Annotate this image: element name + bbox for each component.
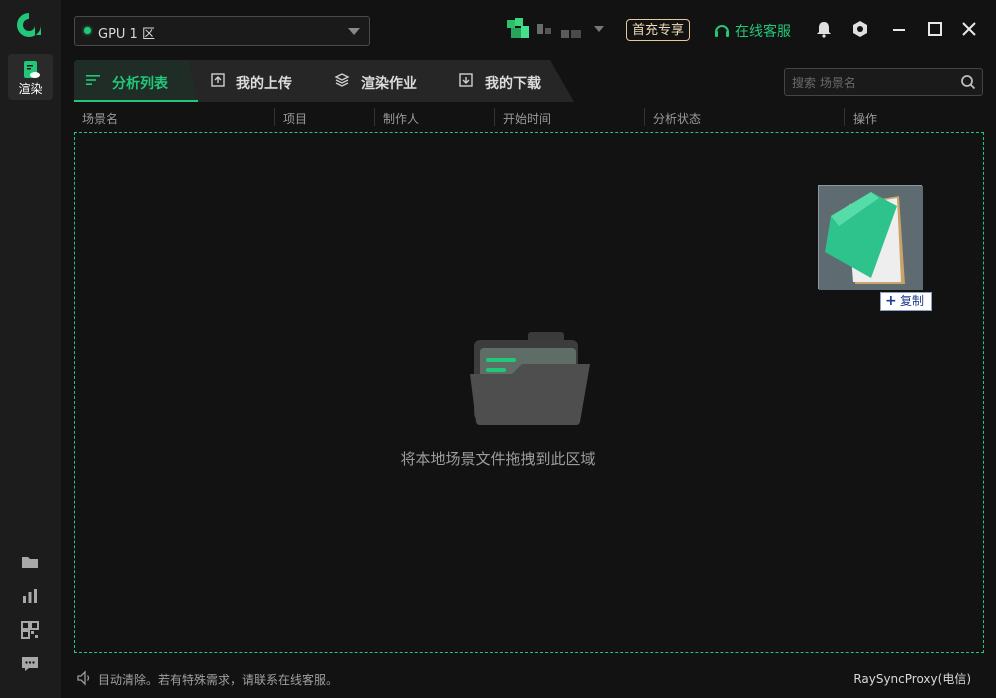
chevron-down-icon xyxy=(348,28,360,35)
notepad-file-icon xyxy=(819,186,923,290)
column-divider xyxy=(644,108,645,126)
copy-cursor-tooltip: + 复制 xyxy=(880,292,932,311)
tab-label: 我的上传 xyxy=(236,76,292,92)
settings-icon[interactable] xyxy=(851,20,869,38)
bell-icon[interactable] xyxy=(815,20,833,38)
column-header-scene[interactable]: 场景名 xyxy=(82,110,118,127)
nav-render[interactable]: 渲染 xyxy=(8,54,53,100)
headset-icon xyxy=(715,25,729,37)
qrcode-icon[interactable] xyxy=(20,620,40,640)
column-divider xyxy=(494,108,495,126)
gpu-region-value: GPU 1 区 xyxy=(98,27,155,42)
layers-icon xyxy=(334,73,350,87)
speaker-icon xyxy=(77,670,90,686)
status-dot-icon xyxy=(84,27,91,34)
tab-my-uploads[interactable]: 我的上传 xyxy=(198,60,322,102)
tab-my-downloads[interactable]: 我的下载 xyxy=(446,60,570,102)
vip-offer-badge[interactable]: 首充专享 xyxy=(626,19,690,41)
user-menu-caret-icon[interactable] xyxy=(594,26,604,32)
tab-label: 分析列表 xyxy=(112,76,168,92)
network-proxy-status[interactable]: RaySyncProxy(电信) xyxy=(853,670,971,687)
maximize-icon[interactable] xyxy=(926,20,944,38)
column-divider xyxy=(374,108,375,126)
column-header-actions: 操作 xyxy=(853,112,878,126)
status-message: 目动清除。若有特殊需求，请联系在线客服。 xyxy=(98,673,339,687)
chat-icon[interactable] xyxy=(20,654,40,674)
column-header-analysis-status[interactable]: 分析状态 xyxy=(653,110,701,127)
tab-render-jobs[interactable]: 渲染作业 xyxy=(322,60,446,102)
minimize-icon[interactable] xyxy=(890,20,908,38)
nav-render-label: 渲染 xyxy=(18,82,43,96)
column-header-creator[interactable]: 制作人 xyxy=(383,110,419,127)
render-icon xyxy=(24,61,40,78)
active-tab-indicator xyxy=(74,100,198,102)
tab-label: 渲染作业 xyxy=(361,76,417,92)
column-divider xyxy=(844,108,845,126)
search-icon[interactable] xyxy=(960,74,976,90)
upload-icon xyxy=(211,73,225,87)
column-header-start-time[interactable]: 开始时间 xyxy=(503,110,551,127)
tab-label: 我的下载 xyxy=(485,76,541,92)
scene-search-box xyxy=(784,68,983,96)
gpu-region-select[interactable]: GPU 1 区 xyxy=(74,16,370,46)
plus-icon: + xyxy=(885,293,897,309)
search-input[interactable] xyxy=(790,73,954,93)
tab-bar: 分析列表 我的上传 渲染作业 我的下载 xyxy=(74,60,574,102)
support-label: 在线客服 xyxy=(735,24,791,40)
download-icon xyxy=(459,73,473,87)
drop-hint-text: 将本地场景文件拖拽到此区域 xyxy=(400,450,596,468)
dragged-file-preview xyxy=(818,185,923,290)
tab-analysis-list[interactable]: 分析列表 xyxy=(74,60,198,102)
column-divider xyxy=(274,108,275,126)
bar-chart-icon[interactable] xyxy=(20,586,40,606)
close-icon[interactable] xyxy=(960,20,978,38)
folder-icon[interactable] xyxy=(20,552,40,572)
copy-label: 复制 xyxy=(900,294,925,308)
user-avatar[interactable] xyxy=(507,18,587,42)
column-header-project[interactable]: 项目 xyxy=(283,110,307,127)
open-folder-icon xyxy=(470,332,590,425)
app-logo-icon xyxy=(17,13,41,37)
list-filter-icon xyxy=(86,75,100,85)
sidebar: 渲染 xyxy=(0,0,61,698)
